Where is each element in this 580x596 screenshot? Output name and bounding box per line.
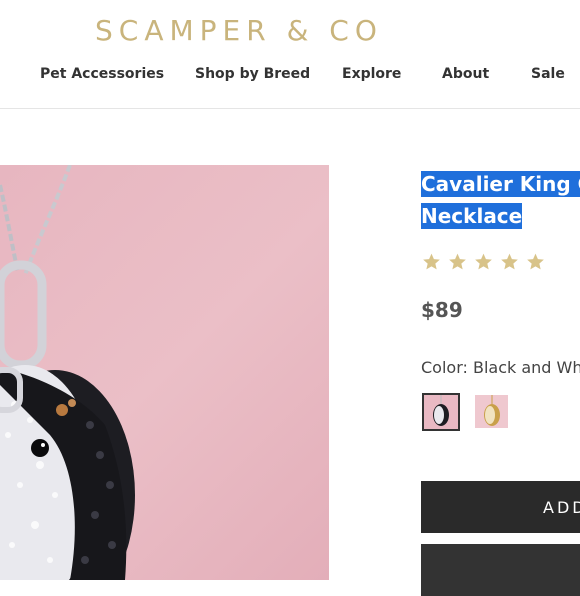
buy-button[interactable] [421,544,580,596]
star-icon [475,253,493,270]
star-icon [423,253,440,270]
star-icon [527,253,545,270]
header-divider [0,108,580,109]
product-price: $89 [421,298,463,322]
star-icon [501,253,519,270]
color-label: Color: Black and Wh [421,358,580,377]
swatch-pendant-silver-icon [433,395,449,426]
main-nav: Pet Accessories Shop by Breed Explore Ab… [0,62,580,92]
brand-name[interactable]: SCAMPER & CO [95,14,383,47]
add-to-cart-button[interactable]: ADD [421,481,580,533]
nav-pet-accessories[interactable]: Pet Accessories [40,66,164,82]
product-title-line2: Necklace [421,203,523,229]
nav-shop-by-breed[interactable]: Shop by Breed [195,66,310,82]
swatch-pendant-gold-icon [484,395,500,426]
nav-sale[interactable]: Sale [531,66,565,82]
pendant-illustration [0,165,135,580]
brand-logo[interactable]: SCAMPER & CO [0,10,580,50]
star-icon [449,253,466,270]
product-image[interactable] [0,165,329,580]
color-swatch-alt[interactable] [475,395,508,428]
nav-explore[interactable]: Explore [342,66,401,82]
product-title: Cavalier King C Necklace [421,168,580,232]
nav-about[interactable]: About [442,66,489,82]
product-title-line1: Cavalier King C [421,171,580,197]
color-swatch-black-white[interactable] [422,393,460,431]
rating-stars[interactable] [421,252,546,276]
